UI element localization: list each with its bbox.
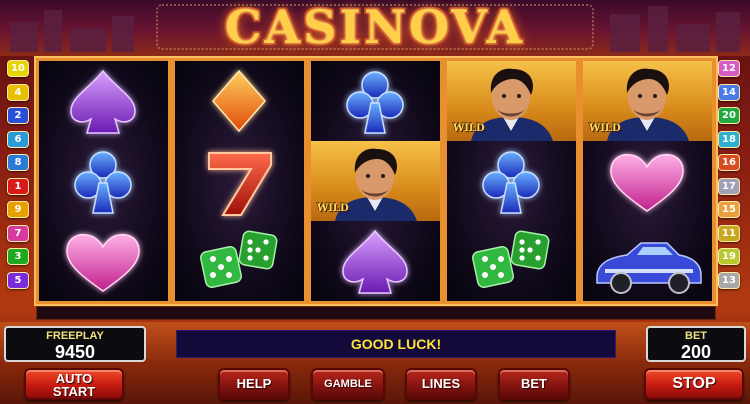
- skyline-building: [648, 6, 668, 52]
- skyline-building: [10, 22, 38, 52]
- symbol-club: [311, 61, 440, 141]
- payline-marker-right-17[interactable]: 17: [718, 177, 740, 195]
- symbol-dice: [447, 221, 576, 301]
- reel-5: WILD: [583, 61, 712, 301]
- game-logo: CASINOVA: [224, 0, 526, 54]
- reel-4: WILD: [447, 61, 576, 301]
- payline-marker-left-7[interactable]: 7: [7, 224, 29, 242]
- payline-marker-right-20[interactable]: 20: [718, 107, 740, 124]
- symbol-seven: [175, 141, 304, 221]
- auto-start-label-line2: START: [52, 384, 96, 399]
- freeplay-counter: FREEPLAY 9450: [4, 326, 146, 362]
- payline-marker-right-12[interactable]: 12: [718, 60, 740, 77]
- symbol-heart: [583, 141, 712, 221]
- symbol-diamond: [175, 61, 304, 141]
- reel-status-strip: [36, 306, 716, 320]
- stop-button[interactable]: STOP: [644, 368, 744, 400]
- skyline-building: [112, 16, 134, 52]
- skyline-building: [70, 28, 106, 52]
- symbol-spade: [311, 221, 440, 301]
- bet-value: 200: [680, 342, 712, 362]
- reel-3: WILD: [311, 61, 440, 301]
- symbol-wild: WILD: [311, 141, 440, 221]
- reels-frame: WILD WILD WILD: [34, 56, 718, 306]
- reel-1: [39, 61, 168, 301]
- payline-marker-left-8[interactable]: 8: [7, 154, 29, 171]
- game-screen: CASINOVA 10 4 2 6 8 1 9 7 3 5 12 14 20 18 16 17 15 11 19 1…: [0, 0, 750, 404]
- payline-marker-left-1[interactable]: 1: [7, 177, 29, 195]
- skyline-building: [716, 12, 740, 52]
- auto-start-button[interactable]: AUTO START: [24, 368, 124, 400]
- payline-marker-right-14[interactable]: 14: [718, 83, 740, 101]
- payline-marker-left-6[interactable]: 6: [7, 130, 29, 148]
- payline-marker-left-9[interactable]: 9: [7, 201, 29, 218]
- skyline-building: [676, 24, 710, 52]
- payline-marker-right-11[interactable]: 11: [718, 224, 740, 242]
- payline-marker-left-10[interactable]: 10: [7, 60, 29, 77]
- symbol-dice: [175, 221, 304, 301]
- payline-marker-right-18[interactable]: 18: [718, 130, 740, 148]
- symbol-heart: [39, 221, 168, 301]
- symbol-club: [39, 141, 168, 221]
- symbol-spade: [39, 61, 168, 141]
- payline-marker-right-15[interactable]: 15: [718, 201, 740, 218]
- payline-marker-left-2[interactable]: 2: [7, 107, 29, 124]
- payline-marker-left-4[interactable]: 4: [7, 83, 29, 101]
- header: CASINOVA: [0, 0, 750, 56]
- wild-label: WILD: [589, 123, 621, 134]
- skyline-building: [44, 10, 62, 52]
- bet-counter: BET 200: [646, 326, 746, 362]
- payline-marker-left-3[interactable]: 3: [7, 248, 29, 265]
- reel-2: [175, 61, 304, 301]
- bet-button[interactable]: BET: [498, 368, 570, 400]
- payline-marker-right-13[interactable]: 13: [718, 271, 740, 289]
- wild-label: WILD: [317, 203, 349, 214]
- lines-button[interactable]: LINES: [405, 368, 477, 400]
- symbol-car: [583, 221, 712, 301]
- payline-marker-right-19[interactable]: 19: [718, 248, 740, 265]
- symbol-wild: WILD: [583, 61, 712, 141]
- status-message: GOOD LUCK!: [176, 330, 616, 358]
- wild-label: WILD: [453, 123, 485, 134]
- payline-marker-left-5[interactable]: 5: [7, 271, 29, 289]
- freeplay-value: 9450: [54, 342, 96, 362]
- payline-marker-right-16[interactable]: 16: [718, 154, 740, 171]
- symbol-club: [447, 141, 576, 221]
- skyline-building: [610, 14, 640, 52]
- help-button[interactable]: HELP: [218, 368, 290, 400]
- symbol-wild: WILD: [447, 61, 576, 141]
- gamble-button[interactable]: GAMBLE: [311, 368, 385, 400]
